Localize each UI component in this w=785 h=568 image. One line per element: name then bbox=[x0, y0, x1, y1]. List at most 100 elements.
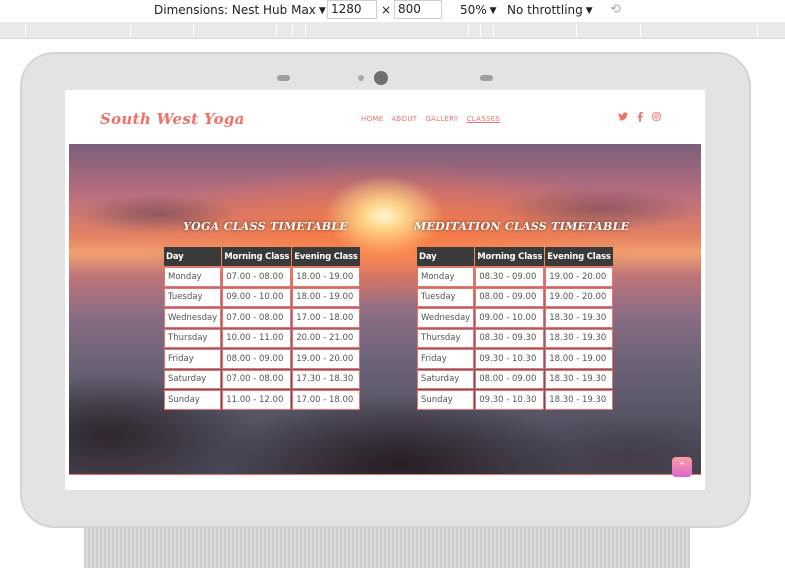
column-header: Day bbox=[417, 247, 475, 266]
table-row: Friday 09.30 - 10.30 18.00 - 19.00 bbox=[417, 349, 613, 369]
column-header: Day bbox=[164, 247, 222, 266]
zoom-selector[interactable]: 50% ▼ bbox=[460, 1, 497, 19]
table-header-row: Day Morning Class Evening Class bbox=[417, 247, 613, 266]
chevron-down-icon: ▼ bbox=[318, 6, 326, 16]
social-links bbox=[618, 112, 661, 125]
device-label: Dimensions: Nest Hub Max bbox=[154, 3, 316, 17]
chevron-up-icon: ⌃ bbox=[677, 460, 687, 473]
meditation-timetable: Day Morning Class Evening Class Monday 08… bbox=[416, 246, 614, 411]
speaker-left bbox=[277, 75, 290, 81]
evening-cell: 19.00 - 20.00 bbox=[292, 349, 360, 369]
day-cell: Tuesday bbox=[417, 287, 475, 307]
morning-cell: 08.00 - 09.00 bbox=[475, 287, 545, 307]
devtools-toolbar: Dimensions: Nest Hub Max ▼ 1280 × 800 50%… bbox=[0, 0, 785, 22]
nav-gallery[interactable]: GALLERY bbox=[425, 115, 458, 123]
table-row: Thursday 08.30 - 09.30 18.30 - 19.30 bbox=[417, 328, 613, 348]
evening-cell: 18.30 - 19.30 bbox=[545, 369, 613, 389]
device-screen: South West Yoga HOME ABOUT GALLERY CLASS… bbox=[65, 90, 705, 490]
day-cell: Monday bbox=[417, 267, 475, 287]
day-cell: Thursday bbox=[164, 328, 222, 348]
morning-cell: 08.30 - 09.30 bbox=[475, 328, 545, 348]
evening-cell: 18.00 - 19.00 bbox=[545, 349, 613, 369]
morning-cell: 11.00 - 12.00 bbox=[222, 390, 292, 410]
day-cell: Sunday bbox=[164, 390, 222, 410]
speaker-right bbox=[480, 75, 493, 81]
day-cell: Friday bbox=[164, 349, 222, 369]
table-row: Tuesday 08.00 - 09.00 19.00 - 20.00 bbox=[417, 287, 613, 307]
day-cell: Monday bbox=[164, 267, 222, 287]
table-row: Tuesday 09.00 - 10.00 18.00 - 19.00 bbox=[164, 287, 360, 307]
evening-cell: 17.00 - 18.00 bbox=[292, 390, 360, 410]
evening-cell: 19.00 - 20.00 bbox=[545, 267, 613, 287]
day-cell: Saturday bbox=[417, 369, 475, 389]
table-header-row: Day Morning Class Evening Class bbox=[164, 247, 360, 266]
morning-cell: 09.30 - 10.30 bbox=[475, 349, 545, 369]
throttling-label: No throttling bbox=[507, 3, 583, 17]
evening-cell: 19.00 - 20.00 bbox=[545, 287, 613, 307]
rotate-icon[interactable]: ⟲ bbox=[610, 1, 621, 19]
table-row: Monday 08.30 - 09.00 19.00 - 20.00 bbox=[417, 267, 613, 287]
back-to-top-button[interactable]: ⌃ bbox=[672, 457, 692, 477]
throttling-selector[interactable]: No throttling ▼ bbox=[507, 1, 593, 19]
camera-icon bbox=[374, 71, 388, 85]
column-header: Morning Class bbox=[222, 247, 292, 266]
day-cell: Tuesday bbox=[164, 287, 222, 307]
column-header: Evening Class bbox=[545, 247, 613, 266]
instagram-icon[interactable] bbox=[652, 112, 661, 125]
morning-cell: 07.00 - 08.00 bbox=[222, 369, 292, 389]
evening-cell: 18.30 - 19.30 bbox=[545, 328, 613, 348]
evening-cell: 20.00 - 21.00 bbox=[292, 328, 360, 348]
device-selector[interactable]: Dimensions: Nest Hub Max ▼ bbox=[154, 1, 326, 19]
morning-cell: 07.00 - 08.00 bbox=[222, 267, 292, 287]
media-query-ruler[interactable] bbox=[0, 22, 785, 39]
yoga-timetable: Day Morning Class Evening Class Monday 07… bbox=[163, 246, 361, 411]
main-nav: HOME ABOUT GALLERY CLASSES bbox=[361, 115, 500, 123]
evening-cell: 18.30 - 19.30 bbox=[545, 390, 613, 410]
day-cell: Wednesday bbox=[417, 308, 475, 328]
column-header: Morning Class bbox=[475, 247, 545, 266]
column-header: Evening Class bbox=[292, 247, 360, 266]
table-row: Monday 07.00 - 08.00 18.00 - 19.00 bbox=[164, 267, 360, 287]
nav-about[interactable]: ABOUT bbox=[391, 115, 417, 123]
nav-classes[interactable]: CLASSES bbox=[467, 115, 501, 123]
table-row: Wednesday 07.00 - 08.00 17.00 - 18.00 bbox=[164, 308, 360, 328]
table-row: Sunday 11.00 - 12.00 17.00 - 18.00 bbox=[164, 390, 360, 410]
sensor-dot bbox=[358, 75, 364, 81]
nav-home[interactable]: HOME bbox=[361, 115, 383, 123]
morning-cell: 09.00 - 10.00 bbox=[222, 287, 292, 307]
table-row: Thursday 10.00 - 11.00 20.00 - 21.00 bbox=[164, 328, 360, 348]
hero-banner: YOGA CLASS TIMETABLE Day Morning Class E… bbox=[69, 144, 701, 475]
evening-cell: 17.30 - 18.30 bbox=[292, 369, 360, 389]
twitter-icon[interactable] bbox=[618, 112, 628, 125]
evening-cell: 17.00 - 18.00 bbox=[292, 308, 360, 328]
morning-cell: 08.00 - 09.00 bbox=[475, 369, 545, 389]
morning-cell: 09.00 - 10.00 bbox=[475, 308, 545, 328]
table-row: Sunday 09.30 - 10.30 18.30 - 19.30 bbox=[417, 390, 613, 410]
morning-cell: 07.00 - 08.00 bbox=[222, 308, 292, 328]
day-cell: Thursday bbox=[417, 328, 475, 348]
site-logo[interactable]: South West Yoga bbox=[100, 110, 245, 128]
morning-cell: 10.00 - 11.00 bbox=[222, 328, 292, 348]
table-row: Friday 08.00 - 09.00 19.00 - 20.00 bbox=[164, 349, 360, 369]
morning-cell: 09.30 - 10.30 bbox=[475, 390, 545, 410]
day-cell: Friday bbox=[417, 349, 475, 369]
height-input[interactable]: 800 bbox=[394, 0, 442, 19]
facebook-icon[interactable] bbox=[637, 112, 643, 125]
morning-cell: 08.00 - 09.00 bbox=[222, 349, 292, 369]
yoga-timetable-title: YOGA CLASS TIMETABLE bbox=[183, 220, 349, 233]
evening-cell: 18.00 - 19.00 bbox=[292, 287, 360, 307]
evening-cell: 18.00 - 19.00 bbox=[292, 267, 360, 287]
day-cell: Wednesday bbox=[164, 308, 222, 328]
evening-cell: 18.30 - 19.30 bbox=[545, 308, 613, 328]
table-row: Saturday 07.00 - 08.00 17.30 - 18.30 bbox=[164, 369, 360, 389]
zoom-label: 50% bbox=[460, 3, 487, 17]
device-stand bbox=[84, 528, 690, 568]
device-stage: South West Yoga HOME ABOUT GALLERY CLASS… bbox=[0, 40, 785, 568]
table-row: Wednesday 09.00 - 10.00 18.30 - 19.30 bbox=[417, 308, 613, 328]
width-input[interactable]: 1280 bbox=[327, 0, 377, 19]
meditation-timetable-title: MEDITATION CLASS TIMETABLE bbox=[414, 220, 630, 233]
morning-cell: 08.30 - 09.00 bbox=[475, 267, 545, 287]
table-row: Saturday 08.00 - 09.00 18.30 - 19.30 bbox=[417, 369, 613, 389]
chevron-down-icon: ▼ bbox=[585, 6, 593, 16]
day-cell: Saturday bbox=[164, 369, 222, 389]
